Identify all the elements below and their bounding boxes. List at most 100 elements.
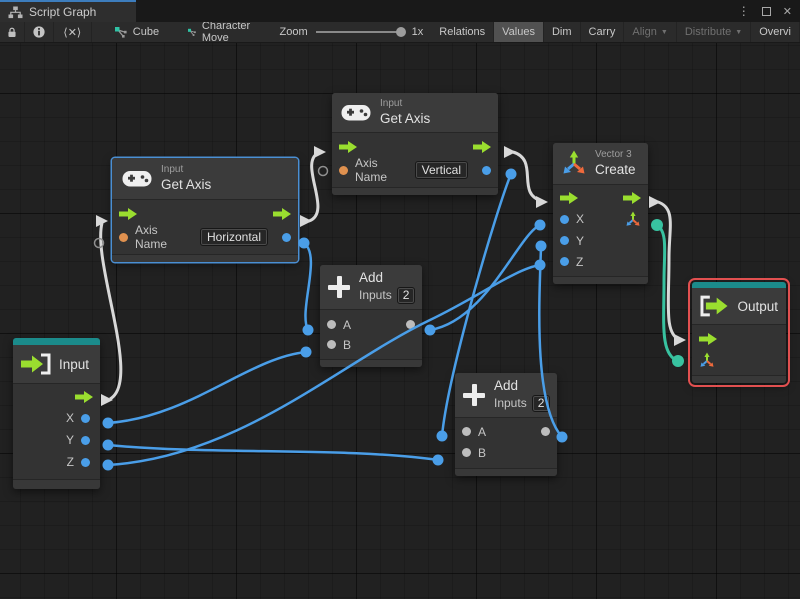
wire-endpoint[interactable] [436,430,448,442]
kebab-menu-icon[interactable]: ⋮ [738,4,750,18]
unconnected-port-ring[interactable] [317,165,329,177]
node-graph-input[interactable]: Input X Y Z [13,338,100,489]
flow-arrowhead[interactable] [96,215,108,227]
inputs-count-input[interactable]: 2 [531,394,551,412]
flow-arrowhead[interactable] [314,146,326,158]
flow-out-port[interactable] [273,208,291,221]
wire-input-y-to-add2-b[interactable] [107,443,439,462]
close-icon[interactable]: ✕ [783,5,792,18]
node-header[interactable]: Add Inputs 2 [320,265,422,310]
inputs-count-input[interactable]: 2 [396,286,416,304]
align-dropdown[interactable]: Align ▼ [624,22,677,42]
flow-in-port[interactable] [560,191,578,204]
graph-canvas[interactable]: Input Get Axis Axis Name Vertical Input … [0,43,800,599]
wire-vector3-result-to-output[interactable] [656,223,679,363]
flow-arrowhead[interactable] [504,146,516,158]
input-b-port[interactable] [462,448,471,458]
wire-endpoint[interactable] [432,454,444,466]
maximize-icon[interactable] [761,6,771,16]
wire-getaxis-horizontal-to-add1-a[interactable] [303,241,313,331]
unconnected-port-ring[interactable] [93,237,105,249]
node-graph-output[interactable]: Output [688,278,790,387]
wire-vector3-to-output[interactable] [657,200,681,342]
y-in-port[interactable] [560,236,569,246]
vector3-out-port[interactable] [625,211,641,227]
wire-add1-to-vector3-x[interactable] [429,223,541,332]
flow-in-port[interactable] [119,208,137,221]
code-view-button[interactable]: ⟨✕⟩ [54,22,92,42]
flow-arrowhead[interactable] [101,394,113,406]
relations-toggle[interactable]: Relations [431,22,495,42]
node-add-2[interactable]: Add Inputs 2 A B [455,373,557,476]
node-get-axis-vertical[interactable]: Input Get Axis Axis Name Vertical [332,93,498,196]
carry-toggle[interactable]: Carry [581,22,625,42]
wire-endpoint[interactable] [102,459,114,471]
node-add-1[interactable]: Add Inputs 2 A B [320,265,422,367]
axis-name-port[interactable] [119,232,128,242]
wire-endpoint[interactable] [424,324,436,336]
input-a-port[interactable] [327,320,336,330]
input-b-port[interactable] [327,340,336,350]
x-in-port[interactable] [560,214,569,224]
tab-script-graph[interactable]: Script Graph [0,0,136,22]
vector3-in-port[interactable] [699,352,715,368]
flow-arrowhead[interactable] [536,196,548,208]
node-header[interactable]: Input Get Axis [332,93,498,134]
x-out-port[interactable] [81,413,90,423]
wire-endpoint[interactable] [302,324,314,336]
wire-endpoint[interactable] [102,417,114,429]
zoom-slider[interactable] [315,27,406,37]
axis-value-out-port[interactable] [482,165,491,175]
breadcrumb-cube[interactable]: Cube [105,26,169,38]
wire-endpoint[interactable] [505,168,517,180]
values-toggle[interactable]: Values [494,22,544,42]
wire-endpoint[interactable] [556,431,568,443]
vector3-icon [563,150,585,174]
dim-toggle[interactable]: Dim [544,22,581,42]
axis-name-input[interactable]: Vertical [414,161,468,180]
axis-value-out-port[interactable] [282,232,291,242]
flow-out-port[interactable] [75,391,93,403]
node-header[interactable]: Vector 3 Create [553,143,648,186]
flow-arrowhead[interactable] [300,215,312,227]
flow-out-port[interactable] [473,141,491,154]
z-out-port[interactable] [81,457,90,467]
wire-getaxis-vertical-to-vector3[interactable] [512,150,543,203]
overview-button[interactable]: Overvi [751,22,800,42]
zoom-value: 1x [411,26,424,38]
wire-endpoint[interactable] [535,240,547,252]
axis-name-port[interactable] [339,165,348,175]
flow-in-port[interactable] [699,333,717,345]
wire-endpoint[interactable] [102,439,114,451]
wire-input-x-to-add1-b[interactable] [107,350,307,425]
axis-name-input[interactable]: Horizontal [199,228,268,247]
node-header[interactable]: Add Inputs 2 [455,373,557,418]
graph-output-icon [700,295,728,317]
input-a-port[interactable] [462,427,471,437]
y-out-port[interactable] [81,435,90,445]
zoom-slider-handle[interactable] [395,27,406,37]
wire-endpoint[interactable] [672,355,684,367]
node-header[interactable]: Input Get Axis [112,158,298,201]
wire-endpoint[interactable] [651,219,663,231]
wire-endpoint[interactable] [298,237,310,249]
flow-in-port[interactable] [339,141,357,154]
distribute-dropdown[interactable]: Distribute ▼ [677,22,752,42]
sum-out-port[interactable] [406,320,415,330]
node-get-axis-horizontal[interactable]: Input Get Axis Axis Name Horizontal [112,158,298,263]
wire-endpoint[interactable] [300,346,312,358]
lock-button[interactable] [0,22,25,42]
wire-endpoint[interactable] [534,219,546,231]
flow-arrowhead[interactable] [649,196,661,208]
flow-out-port[interactable] [623,191,641,204]
info-button[interactable] [25,22,54,42]
node-header[interactable]: Output [692,288,786,325]
wire-endpoint[interactable] [534,259,546,271]
breadcrumb-character-move[interactable]: Character Move [178,22,264,42]
node-vector3-create[interactable]: Vector 3 Create X Y Z [553,143,648,285]
z-in-port[interactable] [560,257,569,267]
wire-getaxis-horizontal-to-getaxis-vertical[interactable] [308,150,321,223]
flow-arrowhead[interactable] [674,334,686,346]
node-header[interactable]: Input [13,345,100,384]
sum-out-port[interactable] [541,427,550,437]
